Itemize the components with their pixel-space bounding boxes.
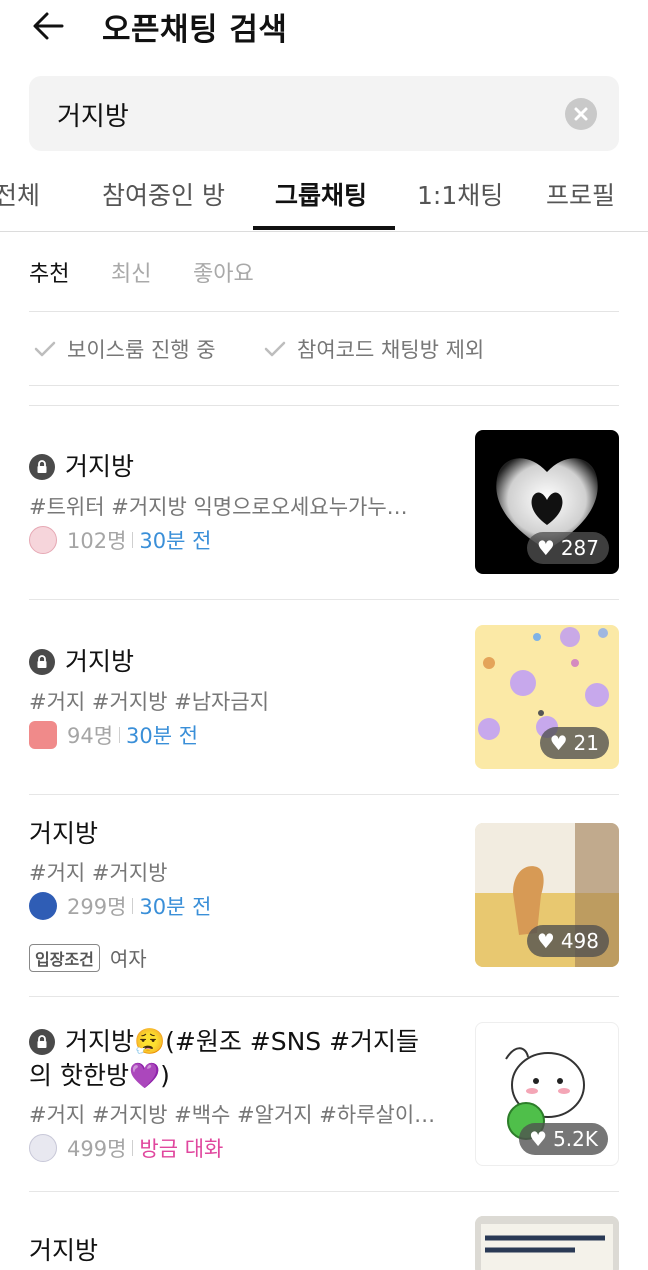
entry-condition-value: 여자 [109, 947, 147, 971]
room-title: 거지방 [29, 819, 99, 848]
filter-exclude-code[interactable]: 참여코드 채팅방 제외 [263, 334, 484, 364]
like-count: ♥ 21 [539, 727, 609, 759]
header: 오픈채팅 검색 [0, 0, 648, 56]
tab-bar: 전체 참여중인 방 그룹채팅 1:1채팅 프로필 [0, 168, 648, 232]
last-activity: 방금 대화 [139, 1137, 224, 1161]
tab-profile[interactable]: 프로필 [546, 176, 615, 212]
like-count: ♥ 287 [526, 532, 609, 564]
sort-latest[interactable]: 최신 [111, 256, 151, 288]
room-tags: #트위터 #거지방 익명으로오세요누가누… [29, 495, 408, 519]
room-title: 거지방😮‍💨(#원조 #SNS #거지들 [65, 1027, 420, 1056]
lock-icon [29, 649, 55, 675]
room-title: 거지방 [29, 1236, 99, 1265]
sort-options: 추천 최신 좋아요 [29, 256, 619, 312]
lock-icon [29, 1029, 55, 1055]
room-item[interactable]: 거지방 [29, 1192, 619, 1270]
tab-group-chat[interactable]: 그룹채팅 [275, 176, 367, 212]
clear-search-icon[interactable] [565, 98, 597, 130]
room-item[interactable]: 거지방😮‍💨(#원조 #SNS #거지들 의 핫한방💜) #거지 #거지방 #백… [29, 997, 619, 1192]
member-count: 299명 [67, 895, 127, 919]
avatar [29, 526, 57, 554]
back-arrow-icon[interactable] [28, 6, 72, 46]
active-tab-indicator [253, 226, 395, 230]
room-thumbnail: ♥ 287 [475, 430, 619, 574]
check-icon [34, 341, 56, 357]
room-title: 거지방 [65, 647, 135, 676]
room-item[interactable]: 거지방 #거지 #거지방 299명 30분 전 입장조건 여자 ♥ 498 [29, 795, 619, 997]
room-thumbnail: ♥ 498 [475, 823, 619, 967]
avatar [29, 892, 57, 920]
tab-all[interactable]: 전체 [0, 176, 40, 212]
room-title: 거지방 [65, 452, 135, 481]
room-thumbnail: ♥ 21 [475, 625, 619, 769]
like-count: ♥ 5.2K [519, 1123, 608, 1155]
heart-icon: ♥ [549, 731, 568, 755]
tab-one-on-one[interactable]: 1:1채팅 [417, 176, 503, 212]
last-activity: 30분 전 [139, 895, 212, 919]
filter-options: 보이스룸 진행 중 참여코드 채팅방 제외 [29, 312, 619, 386]
last-activity: 30분 전 [126, 724, 199, 748]
heart-icon: ♥ [529, 1127, 548, 1151]
member-count: 499명 [67, 1137, 127, 1161]
last-activity: 30분 전 [139, 529, 212, 553]
room-thumbnail: ♥ 5.2K [475, 1022, 619, 1166]
heart-icon: ♥ [536, 929, 555, 953]
sort-likes[interactable]: 좋아요 [193, 256, 254, 288]
room-item[interactable]: 거지방 #거지 #거지방 #남자금지 94명 30분 전 ♥ 21 [29, 600, 619, 795]
lock-icon [29, 454, 55, 480]
check-icon [264, 341, 286, 357]
search-box [29, 76, 619, 151]
entry-condition-badge: 입장조건 [29, 943, 100, 972]
room-tags: #거지 #거지방 #남자금지 [29, 690, 270, 714]
sort-recommended[interactable]: 추천 [29, 256, 69, 288]
room-tags: #거지 #거지방 [29, 861, 168, 885]
filter-voice-room-label: 보이스룸 진행 중 [67, 338, 216, 362]
avatar [29, 721, 57, 749]
room-item[interactable]: 거지방 #트위터 #거지방 익명으로오세요누가누… 102명 30분 전 ♥ 28… [29, 405, 619, 600]
room-thumbnail [475, 1216, 619, 1270]
heart-icon: ♥ [536, 536, 555, 560]
member-count: 102명 [67, 529, 127, 553]
like-count: ♥ 498 [526, 925, 609, 957]
avatar [29, 1134, 57, 1162]
tab-joined[interactable]: 참여중인 방 [102, 176, 225, 212]
room-tags: #거지 #거지방 #백수 #알거지 #하루살이… [29, 1103, 436, 1127]
member-count: 94명 [67, 724, 114, 748]
filter-voice-room[interactable]: 보이스룸 진행 중 [33, 334, 216, 364]
filter-exclude-code-label: 참여코드 채팅방 제외 [297, 338, 485, 362]
entry-condition: 입장조건 여자 [29, 943, 147, 972]
search-input[interactable] [57, 94, 557, 134]
page-title: 오픈채팅 검색 [102, 12, 288, 48]
room-title-continued: 의 핫한방💜) [29, 1061, 170, 1090]
